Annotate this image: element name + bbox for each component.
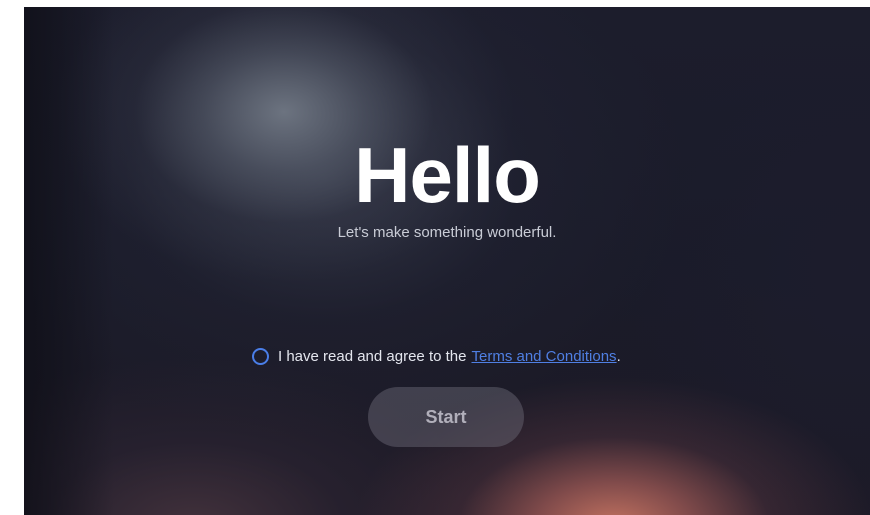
welcome-screen: Hello Let's make something wonderful. I … <box>24 7 870 515</box>
terms-and-conditions-link[interactable]: Terms and Conditions <box>471 348 616 365</box>
start-button[interactable]: Start <box>368 387 524 447</box>
terms-consent: I have read and agree to the Terms and C… <box>252 344 621 368</box>
terms-consent-period: . <box>616 347 621 365</box>
terms-agree-radio[interactable] <box>252 347 269 365</box>
terms-consent-text: I have read and agree to the <box>278 347 467 365</box>
page-subtitle: Let's make something wonderful. <box>337 224 557 241</box>
page-title: Hello <box>354 131 541 219</box>
welcome-content: Hello Let's make something wonderful. I … <box>24 7 870 515</box>
